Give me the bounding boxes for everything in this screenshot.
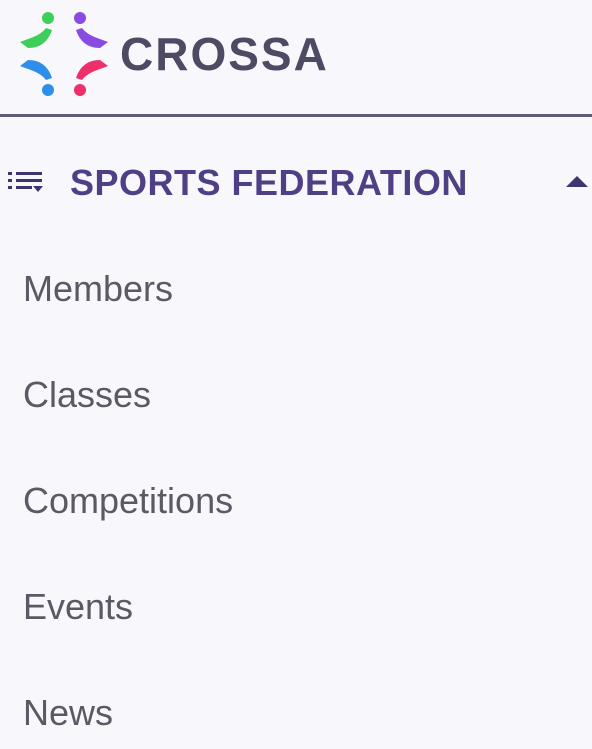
nav-menu: Members Classes Competitions Events News	[0, 236, 592, 749]
nav-item-events[interactable]: Events	[0, 554, 592, 660]
brand-link[interactable]: CROSSA	[18, 6, 329, 102]
nav-item-news[interactable]: News	[0, 660, 592, 749]
section-header-sports-federation[interactable]: SPORTS FEDERATION	[0, 148, 592, 218]
nav-item-classes[interactable]: Classes	[0, 342, 592, 448]
header-divider	[0, 114, 592, 117]
section-title: SPORTS FEDERATION	[70, 162, 468, 203]
caret-up-icon[interactable]	[566, 176, 588, 187]
nav-item-competitions[interactable]: Competitions	[0, 448, 592, 554]
nav-item-members[interactable]: Members	[0, 236, 592, 342]
four-figures-logo-icon	[20, 12, 108, 96]
sidebar: CROSSA SPORTS FEDERATION Members Classes…	[0, 0, 592, 749]
list-icon	[8, 172, 43, 192]
brand-name: CROSSA	[120, 28, 329, 80]
